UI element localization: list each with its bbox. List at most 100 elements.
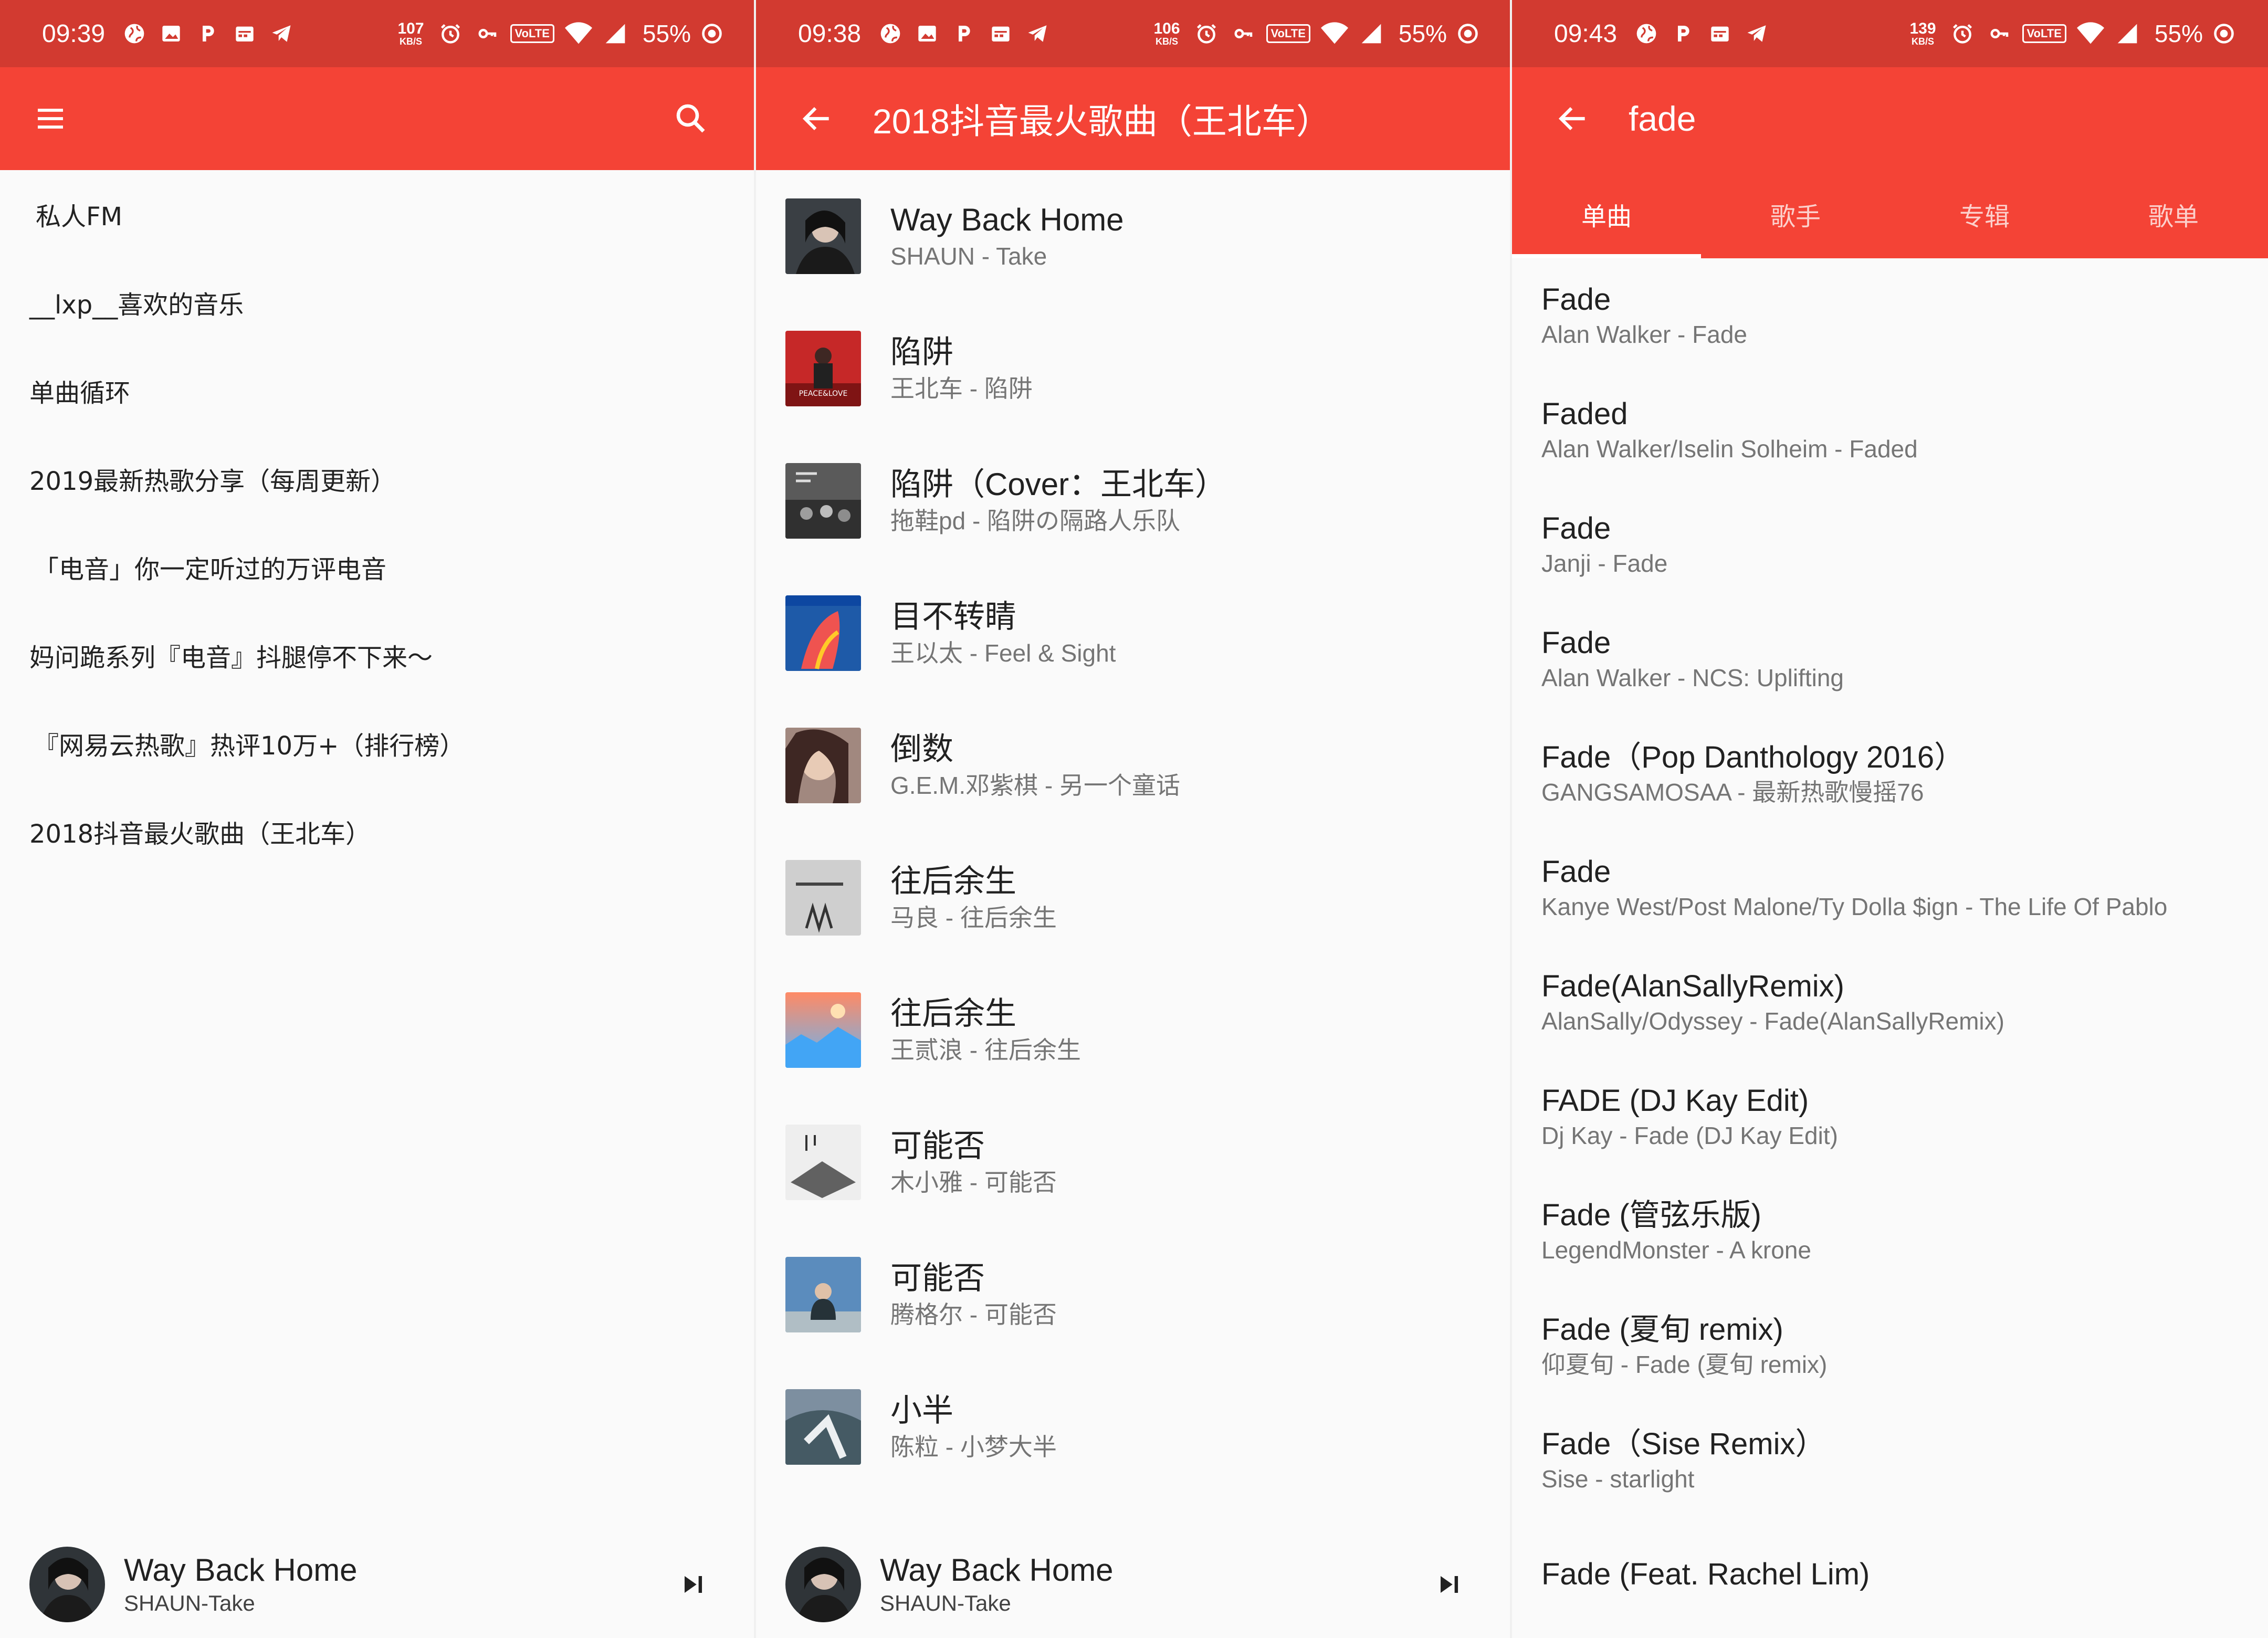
signal-icon bbox=[1358, 20, 1385, 47]
signal-icon bbox=[602, 20, 629, 47]
playlists-screen: 09:39 107 KB/S VoLTE 55% 私人FM __lxp__喜欢的音… bbox=[0, 0, 756, 1638]
image-icon bbox=[158, 20, 185, 47]
playlist-item[interactable]: 私人FM bbox=[0, 170, 756, 258]
album-cover: PEACE&LOVE bbox=[785, 331, 861, 406]
song-title: 往后余生 bbox=[890, 864, 1016, 899]
result-title: FADE (DJ Kay Edit) bbox=[1541, 1084, 1809, 1118]
tab-label: 歌手 bbox=[1770, 202, 1821, 232]
song-row[interactable]: 可能否 木小雅 - 可能否 bbox=[756, 1096, 1512, 1228]
result-title: Fade(AlanSallyRemix) bbox=[1541, 969, 1844, 1003]
playlist-item[interactable]: __lxp__喜欢的音乐 bbox=[0, 258, 756, 346]
playlist-item[interactable]: 2019最新热歌分享（每周更新） bbox=[0, 435, 756, 523]
song-subtitle: SHAUN - Take bbox=[890, 243, 1047, 270]
parking-icon bbox=[950, 20, 978, 47]
tab-songs[interactable]: 单曲 bbox=[1512, 170, 1701, 258]
back-button[interactable] bbox=[1541, 87, 1604, 150]
result-row[interactable]: Fade（Sise Remix） Sise - starlight bbox=[1512, 1403, 2268, 1517]
song-row[interactable]: 可能否 腾格尔 - 可能否 bbox=[756, 1228, 1512, 1361]
album-art[interactable] bbox=[29, 1547, 105, 1622]
song-subtitle: 陈粒 - 小梦大半 bbox=[890, 1433, 1057, 1461]
volte-badge: VoLTE bbox=[1266, 24, 1310, 43]
mini-player[interactable]: Way Back Home SHAUN-Take bbox=[0, 1531, 756, 1638]
result-row[interactable]: Fade (Feat. Rachel Lim) bbox=[1512, 1517, 2268, 1632]
album-cover bbox=[785, 595, 861, 671]
vpn-key-icon bbox=[474, 20, 501, 47]
alarm-icon bbox=[1949, 20, 1976, 47]
tab-label: 单曲 bbox=[1581, 202, 1632, 232]
player-subtitle: SHAUN-Take bbox=[880, 1591, 1011, 1615]
tab-playlists[interactable]: 歌单 bbox=[2079, 170, 2268, 258]
skip-next-button[interactable] bbox=[662, 1553, 724, 1616]
tab-albums[interactable]: 专辑 bbox=[1890, 170, 2079, 258]
song-row[interactable]: 倒数 G.E.M.邓紫棋 - 另一个童话 bbox=[756, 699, 1512, 832]
result-row[interactable]: Fade Alan Walker - Fade bbox=[1512, 258, 2268, 373]
app-bar: 2018抖音最火歌曲（王北车） bbox=[756, 67, 1512, 170]
result-row[interactable]: Fade (管弦乐版) LegendMonster - A krone bbox=[1512, 1174, 2268, 1288]
playlist-item[interactable]: 『网易云热歌』热评10万+（排行榜） bbox=[0, 699, 756, 788]
song-row[interactable]: 往后余生 马良 - 往后余生 bbox=[756, 832, 1512, 964]
volte-badge: VoLTE bbox=[2022, 24, 2066, 43]
skip-next-button[interactable] bbox=[1418, 1553, 1480, 1616]
search-button[interactable] bbox=[659, 87, 722, 150]
song-subtitle: 木小雅 - 可能否 bbox=[890, 1169, 1057, 1196]
globe-icon bbox=[121, 20, 148, 47]
tab-artists[interactable]: 歌手 bbox=[1701, 170, 1890, 258]
speed-value: 139 bbox=[1909, 20, 1936, 37]
signal-icon bbox=[2114, 20, 2141, 47]
song-row[interactable]: PEACE&LOVE 陷阱 王北车 - 陷阱 bbox=[756, 302, 1512, 435]
mini-player[interactable]: Way Back Home SHAUN-Take bbox=[756, 1531, 1512, 1638]
telegram-icon bbox=[1024, 20, 1051, 47]
search-input[interactable]: fade bbox=[1629, 99, 1696, 139]
result-title: Faded bbox=[1541, 397, 1628, 431]
search-results: Fade Alan Walker - Fade Faded Alan Walker/… bbox=[1512, 258, 2268, 1638]
result-row[interactable]: FADE (DJ Kay Edit) Dj Kay - Fade (DJ Kay … bbox=[1512, 1059, 2268, 1174]
globe-icon bbox=[877, 20, 904, 47]
song-row[interactable]: 目不转睛 王以太 - Feel & Sight bbox=[756, 567, 1512, 699]
result-row[interactable]: Fade (夏旬 remix) 仰夏旬 - Fade (夏旬 remix) bbox=[1512, 1288, 2268, 1403]
calendar-icon bbox=[231, 20, 258, 47]
speed-unit: KB/S bbox=[1911, 36, 1934, 47]
calendar-icon bbox=[987, 20, 1014, 47]
song-subtitle: 王以太 - Feel & Sight bbox=[890, 639, 1116, 667]
song-title: Way Back Home bbox=[890, 202, 1124, 237]
song-title: 倒数 bbox=[890, 731, 953, 766]
song-row[interactable]: 小半 陈粒 - 小梦大半 bbox=[756, 1361, 1512, 1493]
back-button[interactable] bbox=[785, 87, 848, 150]
song-row[interactable]: 往后余生 王贰浪 - 往后余生 bbox=[756, 964, 1512, 1096]
menu-button[interactable] bbox=[19, 87, 82, 150]
playlist-item[interactable]: 「电音」你一定听过的万评电音 bbox=[0, 523, 756, 611]
playlist-label: 2019最新热歌分享（每周更新） bbox=[29, 467, 396, 496]
wifi-icon bbox=[564, 20, 592, 47]
result-row[interactable]: Fade Janji - Fade bbox=[1512, 487, 2268, 602]
album-cover bbox=[785, 1389, 861, 1465]
song-row[interactable]: Way Back Home SHAUN - Take bbox=[756, 170, 1512, 302]
calendar-icon bbox=[1706, 20, 1734, 47]
battery-saver-icon bbox=[2210, 20, 2238, 47]
playlist-item[interactable]: 单曲循环 bbox=[0, 346, 756, 435]
result-row[interactable]: Fade（Pop Danthology 2016） GANGSAMOSAA - 最… bbox=[1512, 716, 2268, 831]
status-bar: 09:38 106 KB/S VoLTE 55% bbox=[756, 0, 1512, 67]
result-row[interactable]: Fade(AlanSallyRemix) AlanSally/Odyssey - … bbox=[1512, 945, 2268, 1059]
app-bar bbox=[0, 67, 756, 170]
result-row[interactable]: Fade Alan Walker - NCS: Uplifting bbox=[1512, 602, 2268, 716]
album-cover bbox=[785, 860, 861, 936]
playlist-item[interactable]: 妈问跪系列『电音』抖腿停不下来～ bbox=[0, 611, 756, 699]
album-cover bbox=[785, 728, 861, 803]
parking-icon bbox=[1670, 20, 1697, 47]
result-subtitle: Alan Walker - NCS: Uplifting bbox=[1541, 664, 1844, 691]
playlist-item[interactable]: 2018抖音最火歌曲（王北车） bbox=[0, 788, 756, 876]
search-screen: 09:43 139 KB/S VoLTE 55% fade 单曲 歌手 专辑 歌单… bbox=[1512, 0, 2268, 1638]
result-row[interactable]: Fade Kanye West/Post Malone/Ty Dolla $ign… bbox=[1512, 831, 2268, 945]
speed-value: 107 bbox=[397, 20, 424, 37]
status-time: 09:39 bbox=[42, 19, 106, 48]
song-row[interactable]: 陷阱（Cover：王北车） 拖鞋pd - 陷阱の隔路人乐队 bbox=[756, 435, 1512, 567]
battery-percent: 55% bbox=[2154, 20, 2203, 47]
album-art[interactable] bbox=[785, 1547, 861, 1622]
wifi-icon bbox=[1320, 20, 1348, 47]
result-row[interactable]: Faded Alan Walker/Iselin Solheim - Faded bbox=[1512, 373, 2268, 487]
tab-label: 歌单 bbox=[2148, 202, 2199, 232]
tab-label: 专辑 bbox=[1959, 202, 2010, 232]
song-subtitle: 王北车 - 陷阱 bbox=[890, 375, 1033, 402]
globe-icon bbox=[1633, 20, 1660, 47]
song-subtitle: 王贰浪 - 往后余生 bbox=[890, 1036, 1081, 1064]
